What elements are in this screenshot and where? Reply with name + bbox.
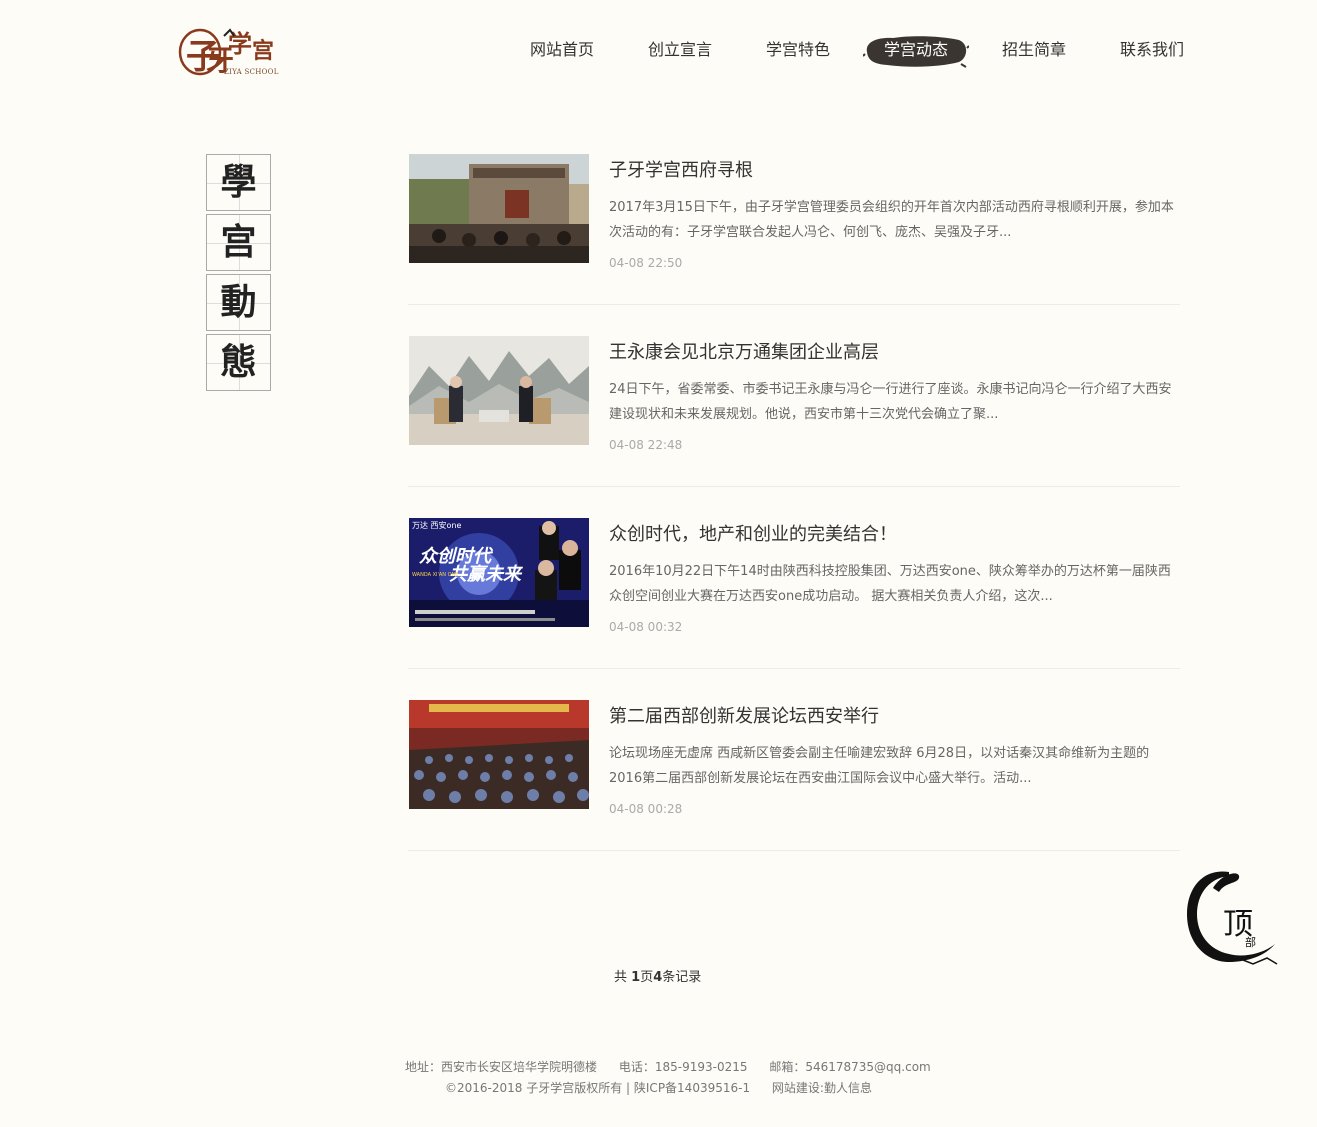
section-title-vertical: 學 宫 動 態 bbox=[206, 154, 271, 394]
news-summary: 2016年10月22日下午14时由陕西科技控股集团、万达西安one、陕众筹举办的… bbox=[609, 564, 1171, 604]
nav-item-manifesto[interactable]: 创立宣言 bbox=[621, 28, 739, 72]
logo-subtitle: ZIYA SCHOOL bbox=[224, 68, 279, 76]
nav-item-contact[interactable]: 联系我们 bbox=[1093, 28, 1211, 72]
logo[interactable]: 子 牙 学 宫 ZIYA SCHOOL bbox=[178, 22, 280, 80]
title-char: 態 bbox=[206, 334, 271, 391]
nav-item-features[interactable]: 学宫特色 bbox=[739, 28, 857, 72]
logo-glyph-4: 宫 bbox=[252, 38, 274, 64]
list-item: 王永康会见北京万通集团企业高层 24日下午，省委常委、市委书记王永康与冯仑一行进… bbox=[408, 336, 1180, 487]
footer-builder-link[interactable]: 网站建设:勤人信息 bbox=[772, 1081, 872, 1095]
thumb-headline-2: 共赢未来 bbox=[449, 564, 523, 585]
news-date: 04-08 00:32 bbox=[609, 620, 683, 634]
news-date: 04-08 00:28 bbox=[609, 802, 683, 816]
news-summary: 24日下午，省委常委、市委书记王永康与冯仑一行进行了座谈。永康书记向冯仑一行介绍… bbox=[609, 382, 1172, 422]
news-thumbnail[interactable] bbox=[409, 700, 589, 809]
footer-email: 邮箱：546178735@qq.com bbox=[769, 1060, 931, 1074]
nav-item-home[interactable]: 网站首页 bbox=[503, 28, 621, 72]
news-thumbnail[interactable] bbox=[409, 336, 589, 445]
thumb-brand-text: 万达 西安one bbox=[412, 520, 462, 530]
news-summary: 论坛现场座无虚席 西咸新区管委会副主任喻建宏致辞 6月28日，以对话秦汉其命维新… bbox=[609, 746, 1150, 786]
news-date: 04-08 22:48 bbox=[609, 438, 683, 452]
to-top-small-char: 部 bbox=[1245, 935, 1256, 949]
footer-contact-line: 地址：西安市长安区培华学院明德楼 电话：185-9193-0215 邮箱：546… bbox=[405, 1058, 931, 1075]
thumb-sub-text: WANDA XI'AN ONE bbox=[412, 572, 458, 578]
list-item: 子牙学宫西府寻根 2017年3月15日下午，由子牙学宫管理委员会组织的开年首次内… bbox=[408, 154, 1180, 305]
news-list: 子牙学宫西府寻根 2017年3月15日下午，由子牙学宫管理委员会组织的开年首次内… bbox=[408, 154, 1180, 882]
list-item: 万达 西安one 众创时代 共赢未来 WANDA XI'AN ONE 众创时代，… bbox=[408, 518, 1180, 669]
nav-item-admissions[interactable]: 招生简章 bbox=[975, 28, 1093, 72]
nav-item-news[interactable]: 学宫动态 bbox=[857, 28, 975, 72]
title-char: 宫 bbox=[206, 214, 271, 271]
footer-copyright-line: ©2016-2018 子牙学宫版权所有 | 陕ICP备14039516-1 网站… bbox=[445, 1079, 872, 1096]
news-title-link[interactable]: 王永康会见北京万通集团企业高层 bbox=[609, 338, 879, 364]
footer-phone: 电话：185-9193-0215 bbox=[618, 1060, 748, 1074]
back-to-top-icon: 顶 部 bbox=[1187, 871, 1278, 965]
news-thumbnail[interactable] bbox=[409, 154, 589, 263]
footer-address: 地址：西安市长安区培华学院明德楼 bbox=[405, 1060, 598, 1074]
news-title-link[interactable]: 第二届西部创新发展论坛西安举行 bbox=[609, 702, 879, 728]
list-item: 第二届西部创新发展论坛西安举行 论坛现场座无虚席 西咸新区管委会副主任喻建宏致辞… bbox=[408, 700, 1180, 851]
title-char: 動 bbox=[206, 274, 271, 331]
back-to-top-button[interactable]: 顶 部 bbox=[1183, 866, 1279, 968]
news-summary: 2017年3月15日下午，由子牙学宫管理委员会组织的开年首次内部活动西府寻根顺利… bbox=[609, 200, 1174, 240]
pagination-summary: 共 1页4条记录 bbox=[614, 970, 702, 985]
news-title-link[interactable]: 子牙学宫西府寻根 bbox=[609, 156, 753, 182]
title-char: 學 bbox=[206, 154, 271, 211]
news-title-link[interactable]: 众创时代，地产和创业的完美结合！ bbox=[609, 520, 897, 546]
footer-copyright: ©2016-2018 子牙学宫版权所有 | 陕ICP备14039516-1 bbox=[445, 1081, 751, 1095]
news-thumbnail[interactable]: 万达 西安one 众创时代 共赢未来 WANDA XI'AN ONE bbox=[409, 518, 589, 627]
news-date: 04-08 22:50 bbox=[609, 256, 683, 270]
